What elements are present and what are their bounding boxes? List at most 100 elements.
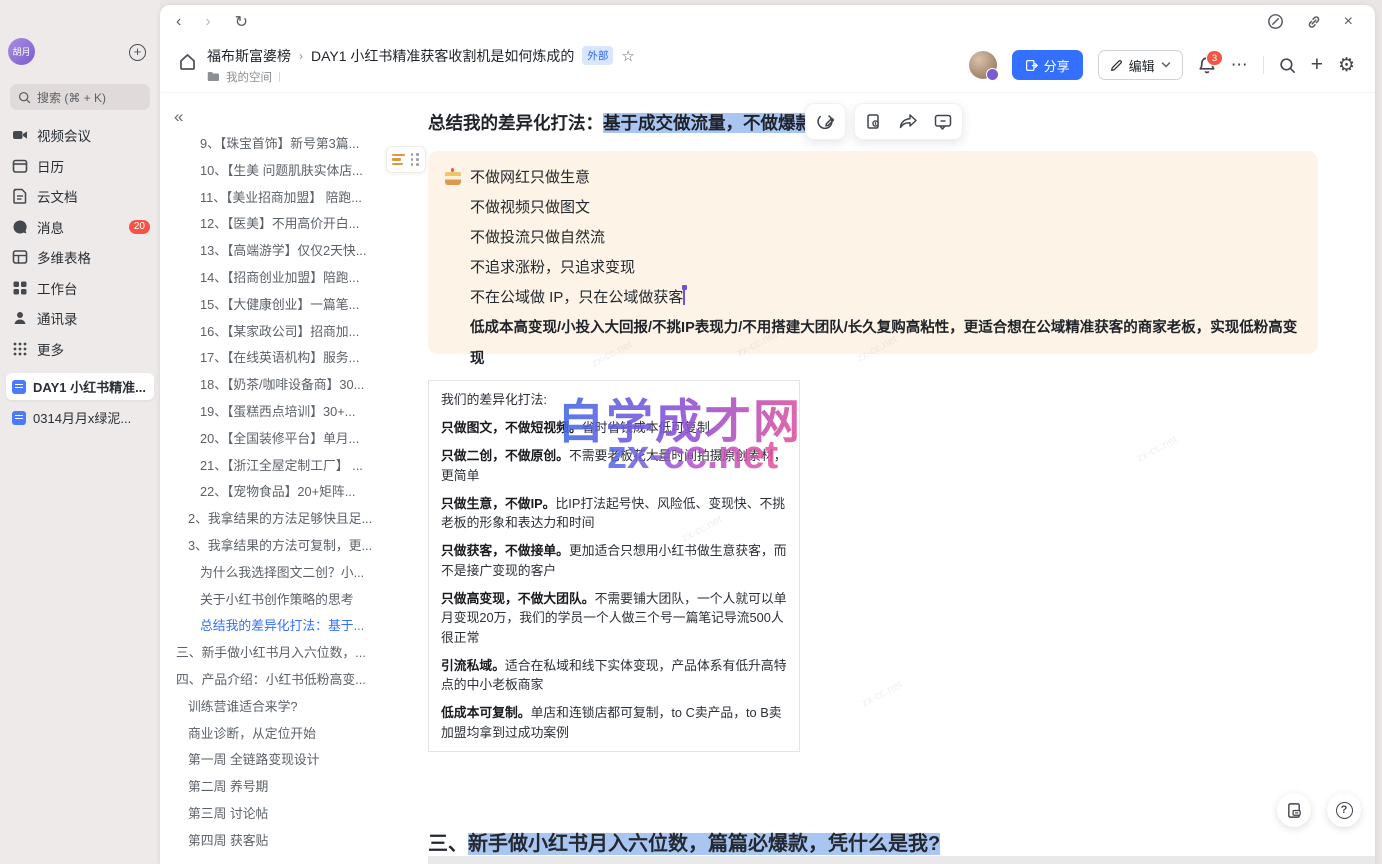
sidebar-item-workbench[interactable]: 工作台 [0,273,160,304]
callout-block[interactable]: 不做网红只做生意 不做视频只做图文 不做投流只做自然流 不追求涨粉，只追求变现 … [428,151,1318,354]
outline-item[interactable]: 四、产品介绍：小红书低粉高变... [160,667,426,694]
faint-watermark: zx-cc.net [860,678,904,709]
window-chrome: ‹ › ↻ × [160,5,1375,38]
outline-item[interactable]: 2、我拿结果的方法足够快且足... [160,506,426,533]
drag-handle-icon[interactable] [411,153,420,166]
new-doc-plus-icon[interactable]: + [1311,53,1323,77]
outline-item[interactable]: 17、【在线英语机构】服务... [160,345,426,372]
heading-prefix: 总结我的差异化打法： [428,113,603,133]
question-mark-icon: ? [1336,802,1353,819]
chevron-down-icon [1161,61,1171,69]
sidebar-item-video-meeting[interactable]: 视频会议 [0,120,160,151]
space-name[interactable]: 我的空间 [226,69,272,85]
help-button[interactable]: ? [1327,793,1361,827]
search-input[interactable]: 搜索 (⌘ + K) [10,84,150,110]
cake-emoji-icon[interactable] [445,172,461,185]
breadcrumb-doc-title[interactable]: DAY1 小红书精准获客收割机是如何炼成的 [311,46,574,66]
collapse-outline-icon[interactable]: « [174,107,183,127]
heading-highlighted-text: 新手做小红书月入六位数，篇篇必爆款，凭什么是我? [468,833,940,855]
outline-item[interactable]: 22、【宠物食品】20+矩阵... [160,479,426,506]
share-arrow-icon[interactable] [899,113,918,130]
outline-item[interactable]: 3、我拿结果的方法可复制，更... [160,533,426,560]
outline-item[interactable]: 19、【蛋糕西点培训】30+... [160,399,426,426]
image-paragraph: 低成本可复制。单店和连锁店都可复制，to C卖产品，to B卖加盟均拿到过成功案… [441,703,787,742]
outline-item[interactable]: 12、【医美】不用高价开白... [160,211,426,238]
sidebar-nav: 视频会议 日历 云文档 消息 20 多维表格 工作台 通讯录 更多 [0,120,160,364]
share-button[interactable]: 分享 [1012,50,1083,80]
reload-icon[interactable]: ↻ [235,12,248,32]
outline-item[interactable]: 关于小红书创作策略的思考 [160,587,426,614]
outline-item[interactable]: 第四周 获客贴 [160,828,426,855]
doc-tab-0314[interactable]: 0314月月x绿泥... [6,404,154,431]
outline-item[interactable]: 14、【招商创业加盟】陪跑... [160,265,426,292]
sidebar-item-messages[interactable]: 消息 20 [0,212,160,243]
image-paragraph: 只做获客，不做接单。更加适合只想用小红书做生意获客，而不是接广变现的客户 [441,541,787,580]
edit-button[interactable]: 编辑 [1098,50,1183,80]
outline-item[interactable]: 商业诊断，从定位开始 [160,721,426,748]
sidebar-item-more[interactable]: 更多 [0,334,160,365]
sidebar-item-contacts[interactable]: 通讯录 [0,303,160,334]
star-icon[interactable]: ☆ [621,47,634,65]
image-paragraph: 引流私域。适合在私域和线下实体变现，产品体系有低升高特点的中小老板商家 [441,656,787,695]
style-palette-icon[interactable] [816,112,835,131]
close-icon[interactable]: × [1344,13,1353,31]
callout-line: 不追求涨粉，只追求变现 [470,253,1300,283]
home-icon[interactable] [178,52,197,71]
copy-link-icon[interactable] [1306,14,1322,30]
header-divider [1263,56,1264,74]
doc-tab-day1[interactable]: DAY1 小红书精准... [6,373,154,400]
section-heading-strategy[interactable]: 总结我的差异化打法：基于成交做流量，不做爆款 [428,110,813,135]
contacts-icon [12,310,28,326]
video-camera-icon [12,127,28,143]
compass-icon[interactable] [1267,13,1284,30]
outline-item[interactable]: 第三周 讨论帖 [160,801,426,828]
nav-label: 云文档 [37,186,78,206]
sidebar-item-base-table[interactable]: 多维表格 [0,242,160,273]
settings-gear-icon[interactable]: ⚙ [1338,54,1355,77]
outline-item[interactable]: 三、新手做小红书月入六位数，... [160,640,426,667]
more-actions-icon[interactable]: ⋯ [1231,55,1248,75]
outline-item[interactable]: 18、【奶茶/咖啡设备商】30... [160,372,426,399]
nav-label: 消息 [37,217,64,237]
sidebar-item-calendar[interactable]: 日历 [0,151,160,182]
sidebar-item-cloud-docs[interactable]: 云文档 [0,181,160,212]
collaborator-avatar[interactable] [969,51,997,79]
doc-header: 福布斯富婆榜 › DAY1 小红书精准获客收割机是如何炼成的 外部 ☆ 我的空间 [160,38,1375,93]
outline-item[interactable]: 16、【某家政公司】招商加... [160,319,426,346]
outline-item[interactable]: 为什么我选择图文二创？小... [160,560,426,587]
outline-item[interactable]: 11、【美业招商加盟】 陪跑... [160,185,426,212]
outline-item[interactable]: 训练营谁适合来学? [160,694,426,721]
outline-item-active[interactable]: 总结我的差异化打法：基于... [160,613,426,640]
outline-item[interactable]: 第一周 全链路变现设计 [160,747,426,774]
search-doc-icon[interactable] [1279,57,1296,74]
outline-item[interactable]: 15、【大健康创业】一篇笔... [160,292,426,319]
share-label: 分享 [1044,56,1070,75]
block-handle [386,146,426,173]
workbench-icon [12,280,28,296]
section-heading-three[interactable]: 三、新手做小红书月入六位数，篇篇必爆款，凭什么是我? [428,827,940,856]
outline-item[interactable]: 第二周 养号期 [160,774,426,801]
create-plus-icon[interactable]: + [129,44,146,61]
pen-icon [1110,59,1123,72]
notifications-button[interactable]: 3 [1198,56,1216,74]
forward-icon[interactable]: › [205,13,210,31]
outline-item[interactable]: 21、【浙江全屋定制工厂】 ... [160,453,426,480]
share-icon [1025,59,1038,72]
nav-label: 日历 [37,156,64,176]
style-tool-card [805,103,846,140]
outline-item[interactable]: 20、【全国装修平台】单月... [160,426,426,453]
breadcrumb-separator: › [299,49,303,63]
nav-label: 工作台 [37,278,78,298]
breadcrumb-space[interactable]: 福布斯富婆榜 [207,46,291,66]
user-avatar[interactable]: 胡月 [8,38,35,65]
search-placeholder: 搜索 (⌘ + K) [37,89,106,106]
heading-highlighted-text: 基于成交做流量，不做爆款 [603,113,813,133]
comments-panel-button[interactable] [1277,793,1311,827]
outline-item[interactable]: 13、【高端游学】仅仅2天快... [160,238,426,265]
doc-link-icon[interactable] [865,113,883,131]
actions-tool-card [854,103,963,140]
callout-style-icon[interactable] [392,154,405,165]
back-icon[interactable]: ‹ [176,13,181,31]
embedded-image[interactable]: 我们的差异化打法: 只做图文，不做短视频。省时省钱成本低可复制 只做二创，不做原… [428,380,800,752]
comment-icon[interactable] [934,114,952,130]
